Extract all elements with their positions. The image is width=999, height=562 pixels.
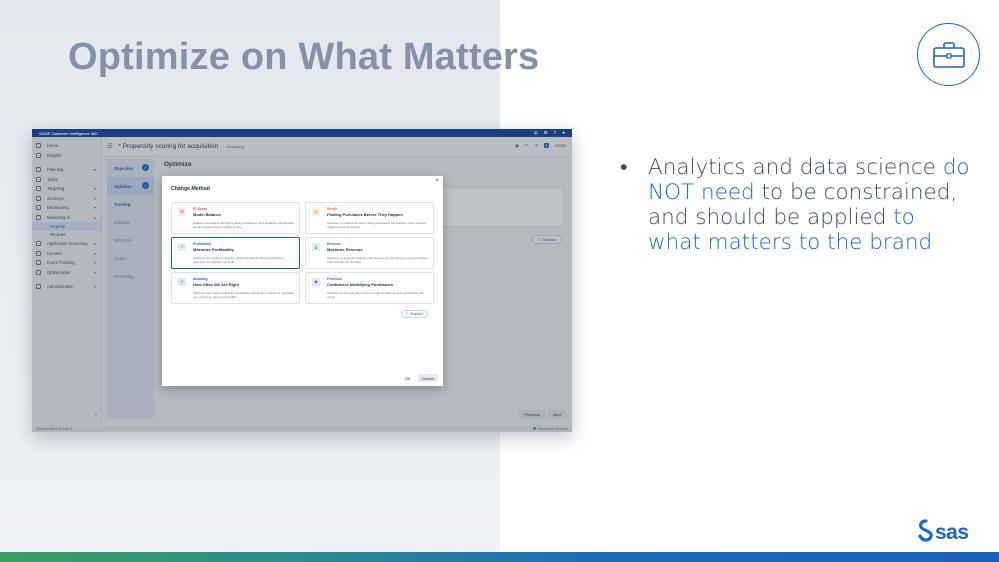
method-category: Revenue	[327, 242, 341, 246]
dialog-title: Change Method	[171, 186, 210, 192]
method-category: Profitability	[193, 242, 212, 246]
method-category: F1 Score	[193, 207, 207, 211]
method-icon: ↗	[178, 243, 186, 251]
method-category: Accuracy	[193, 277, 208, 281]
method-title: Finding Purchases Before They Happen	[327, 212, 403, 217]
svg-text:sas: sas	[935, 521, 969, 544]
method-title: Confidence Identifying Purchasers	[327, 282, 394, 287]
method-card[interactable]: ⚖ F1 Score Model Balance Balance accurately…	[171, 202, 300, 234]
slide-title: Optimize on What Matters	[68, 36, 540, 78]
globe-icon[interactable]: ◎	[534, 130, 538, 136]
help-icon[interactable]: ?	[554, 130, 557, 136]
app-window-title: SAS® Customer Intelligence 360	[39, 130, 98, 136]
method-category: Recall	[327, 207, 337, 211]
bullet-part: Analytics and data science	[648, 155, 943, 180]
method-icon: ⚖	[178, 208, 186, 216]
method-description: Optimize to act only when there is high …	[327, 291, 424, 299]
briefcase-icon	[917, 23, 980, 86]
method-title: Maximize Profitability	[193, 247, 234, 252]
method-card[interactable]: ◆ Precision Confidence Identifying Purchas…	[305, 272, 434, 304]
bullet-text: Analytics and data science do NOT need t…	[648, 155, 972, 255]
dialog-buttons: OK Cancel	[400, 374, 438, 382]
method-description: Optimize the model so that the actions a…	[193, 256, 284, 264]
method-icon: ◎	[312, 208, 320, 216]
sas-logo: sas	[917, 518, 981, 553]
method-icon: $	[312, 243, 320, 251]
close-icon[interactable]: ×	[435, 178, 439, 184]
method-description: Balance accurately identifying likely pu…	[193, 221, 295, 229]
method-category: Precision	[327, 277, 342, 281]
method-description: Optimize the model so that the predictio…	[193, 291, 294, 299]
cancel-button[interactable]: Cancel	[417, 374, 438, 382]
user-icon[interactable]: ●	[562, 130, 565, 136]
method-description: Optimize to capture as many likely purch…	[327, 221, 426, 229]
change-method-dialog: × Change Method ⚖ F1 Score Model Balance Ba…	[162, 176, 443, 386]
settings-icon[interactable]: ⚙	[544, 130, 548, 136]
dialog-explain-button[interactable]: ⓘ Explain	[401, 310, 429, 318]
method-title: Model Balance	[193, 212, 222, 217]
method-icon: ✓	[178, 278, 186, 286]
method-card[interactable]: $ Revenue Maximize Revenue Optimize to driv…	[305, 237, 434, 269]
method-card-grid: ⚖ F1 Score Model Balance Balance accurately…	[171, 202, 434, 304]
bottom-accent-bar	[0, 552, 999, 562]
app-title-icons: ◎ ⚙ ? ●	[534, 130, 565, 136]
method-title: How Often We Are Right	[193, 282, 239, 287]
method-card[interactable]: ✓ Accuracy How Often We Are Right Optimize …	[171, 272, 300, 304]
ok-button[interactable]: OK	[400, 374, 415, 382]
app-title-bar: SAS® Customer Intelligence 360 ◎ ⚙ ? ●	[32, 129, 572, 137]
method-description: Optimize to drive the highest total reve…	[327, 256, 428, 264]
method-card[interactable]: ◎ Recall Finding Purchases Before They Hap…	[305, 202, 434, 234]
bullet-dot: •	[620, 155, 628, 180]
method-card[interactable]: ↗ Profitability Maximize Profitability Opti…	[171, 237, 300, 269]
method-title: Maximize Revenue	[327, 247, 363, 252]
method-icon: ◆	[312, 278, 320, 286]
bullet-point: • Analytics and data science do NOT need…	[620, 155, 972, 255]
app-screenshot: SAS® Customer Intelligence 360 ◎ ⚙ ? ● H…	[32, 129, 572, 432]
explain-label: Explain	[410, 312, 424, 316]
